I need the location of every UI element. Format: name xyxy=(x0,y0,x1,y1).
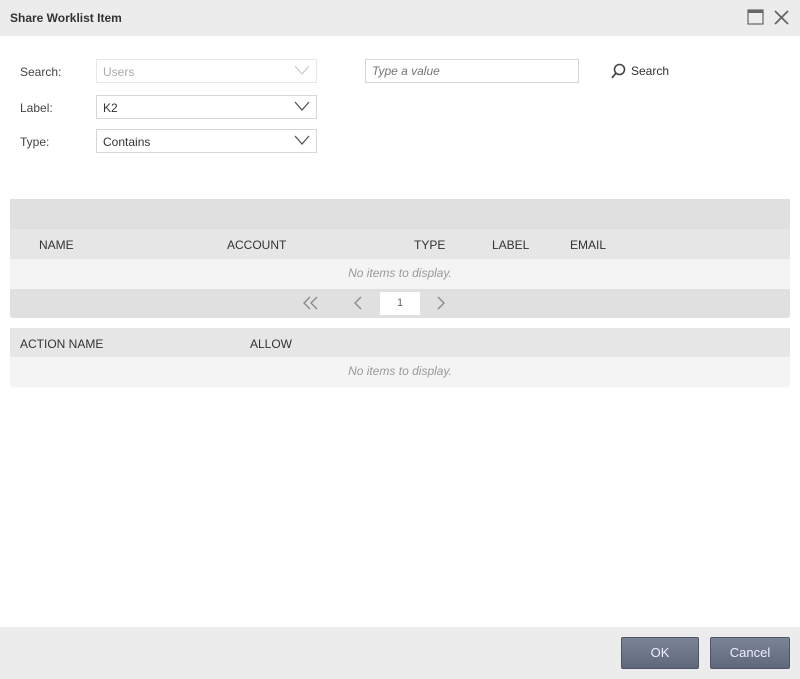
pager: 1 xyxy=(10,289,790,318)
search-label: Search: xyxy=(20,65,62,79)
next-page-icon[interactable] xyxy=(436,295,446,311)
first-page-icon[interactable] xyxy=(302,295,320,311)
type-select[interactable]: Contains xyxy=(96,129,317,153)
search-category-select[interactable]: Users xyxy=(96,59,317,83)
type-label: Type: xyxy=(20,135,50,149)
search-category-value: Users xyxy=(103,65,135,79)
type-value: Contains xyxy=(103,135,151,149)
previous-page-icon[interactable] xyxy=(353,295,363,311)
users-grid-header: NAME ACCOUNT TYPE LABEL EMAIL xyxy=(10,229,790,259)
actions-grid-header: ACTION NAME ALLOW xyxy=(10,328,790,357)
users-grid-empty: No items to display. xyxy=(10,259,790,289)
ok-button[interactable]: OK xyxy=(621,637,699,669)
column-header-action-name[interactable]: ACTION NAME xyxy=(20,337,103,351)
cancel-button[interactable]: Cancel xyxy=(710,637,790,669)
column-header-email[interactable]: EMAIL xyxy=(570,238,606,252)
search-value-input[interactable] xyxy=(365,59,579,83)
users-grid-toolbar xyxy=(10,199,790,229)
close-icon[interactable] xyxy=(773,9,790,26)
actions-grid-empty: No items to display. xyxy=(10,357,790,387)
search-button[interactable]: Search xyxy=(610,63,669,79)
chevron-down-icon xyxy=(294,135,310,145)
chevron-down-icon xyxy=(294,101,310,111)
search-button-label: Search xyxy=(631,64,670,78)
column-header-account[interactable]: ACCOUNT xyxy=(227,238,286,252)
page-number-input[interactable]: 1 xyxy=(380,292,420,315)
column-header-label[interactable]: LABEL xyxy=(492,238,529,252)
search-icon xyxy=(611,63,626,79)
column-header-allow[interactable]: ALLOW xyxy=(250,337,292,351)
label-value: K2 xyxy=(103,101,118,115)
label-select[interactable]: K2 xyxy=(96,95,317,119)
chevron-down-icon xyxy=(294,65,310,75)
dialog-title: Share Worklist Item xyxy=(10,11,122,25)
column-header-name[interactable]: NAME xyxy=(39,238,74,252)
label-label: Label: xyxy=(20,101,53,115)
maximize-icon[interactable] xyxy=(747,9,765,26)
column-header-type[interactable]: TYPE xyxy=(414,238,445,252)
